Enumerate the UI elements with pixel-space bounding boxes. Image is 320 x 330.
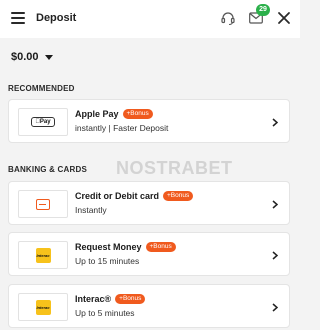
method-title: Interac® [75, 294, 112, 304]
bonus-badge: +Bonus [145, 242, 176, 252]
header: Deposit 29 [0, 0, 300, 38]
method-title: Credit or Debit card [75, 191, 160, 201]
chevron-right-icon [272, 200, 278, 209]
section-heading-banking: BANKING & CARDS [8, 165, 87, 174]
credit-card-icon [36, 198, 50, 210]
watermark: NOSTRABET [116, 158, 233, 178]
deposit-page: Deposit 29 $0.00 RECOMMENDED Pay Apple … [0, 0, 300, 330]
method-subtitle: Up to 15 minutes [75, 256, 140, 266]
bonus-badge: +Bonus [163, 191, 194, 201]
bonus-badge: +Bonus [122, 109, 153, 119]
method-title: Apple Pay [75, 109, 119, 119]
headset-icon[interactable] [220, 10, 236, 26]
chevron-right-icon [272, 303, 278, 312]
payment-method-apple-pay[interactable]: Pay Apple Pay +Bonus instantly | Faster… [8, 99, 290, 143]
section-heading-recommended: RECOMMENDED [8, 84, 75, 93]
method-subtitle: instantly | Faster Deposit [75, 123, 169, 133]
interac-logo: Interac [18, 293, 68, 321]
payment-method-interac[interactable]: Interac Interac® +Bonus Up to 5 minutes [8, 284, 290, 328]
balance-selector[interactable]: $0.00 [11, 51, 53, 63]
interac-icon: Interac [35, 299, 51, 315]
apple-pay-icon: Pay [31, 117, 55, 127]
page-title: Deposit [36, 12, 77, 24]
chevron-right-icon [272, 118, 278, 127]
apple-pay-logo: Pay [18, 108, 68, 136]
notification-badge: 29 [256, 4, 270, 16]
method-subtitle: Up to 5 minutes [75, 308, 135, 318]
hamburger-icon[interactable] [11, 12, 25, 24]
interac-icon: Interac [35, 247, 51, 263]
caret-down-icon [44, 55, 53, 60]
payment-method-request-money[interactable]: Interac Request Money +Bonus Up to 15 mi… [8, 232, 290, 276]
method-title: Request Money [75, 242, 142, 252]
bonus-badge: +Bonus [115, 294, 146, 304]
payment-method-credit-card[interactable]: Credit or Debit card +Bonus Instantly [8, 181, 290, 225]
credit-card-logo [18, 190, 68, 218]
balance-amount: $0.00 [11, 51, 39, 63]
chevron-right-icon [272, 251, 278, 260]
interac-logo: Interac [18, 241, 68, 269]
method-subtitle: Instantly [75, 205, 107, 215]
close-icon[interactable] [277, 11, 291, 25]
